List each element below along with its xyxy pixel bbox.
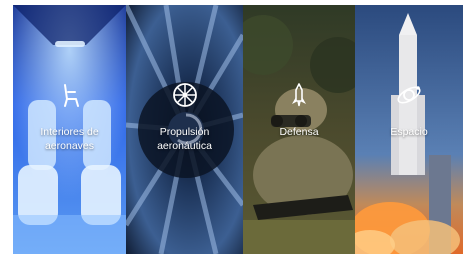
panel-label: Interiores de aeronaves: [40, 126, 99, 152]
panel-space[interactable]: Espacio: [355, 5, 463, 254]
missile-icon: [292, 83, 306, 107]
panel-aero-propulsion[interactable]: Propulsión aeronáutica: [126, 5, 243, 254]
satellite-orbit-icon: [397, 86, 421, 104]
panel-aircraft-interiors[interactable]: Interiores de aeronaves: [13, 5, 126, 254]
panel-label: Propulsión aeronáutica: [157, 126, 212, 152]
aircraft-seat-icon: [63, 84, 79, 107]
sector-carousel: Interiores de aeronaves Propulsión aeron…: [13, 5, 463, 254]
panel-label: Defensa: [279, 126, 319, 138]
turbine-fan-icon: [172, 83, 197, 107]
panel-label: Espacio: [390, 126, 428, 138]
panel-defense[interactable]: Defensa: [243, 5, 355, 254]
